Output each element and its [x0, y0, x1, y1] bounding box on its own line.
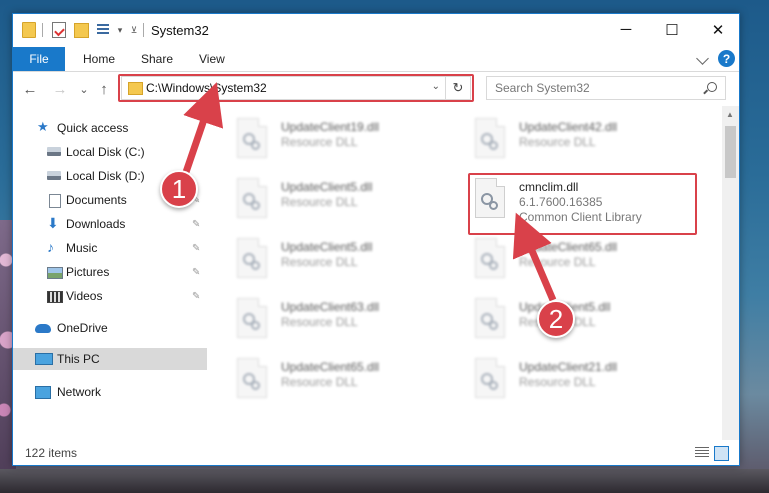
annotation-arrows	[180, 82, 557, 302]
callout-badge-1: 1	[160, 170, 198, 208]
callout-badge-2: 2	[537, 300, 575, 338]
arrow-to-address-bar	[180, 82, 224, 180]
arrow-to-file	[512, 212, 557, 302]
